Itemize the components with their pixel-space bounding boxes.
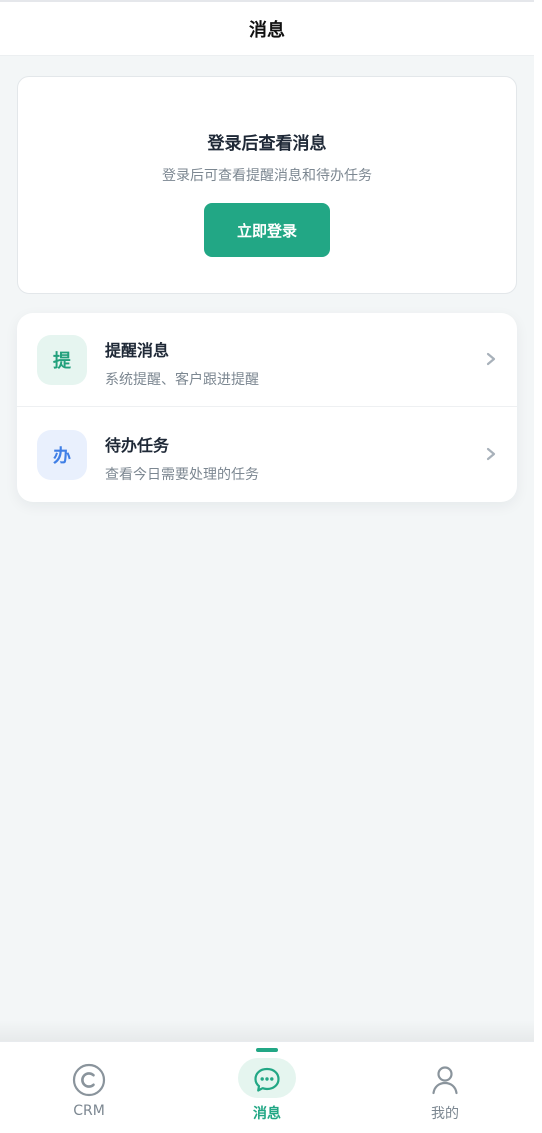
login-prompt-card: 登录后查看消息 登录后可查看提醒消息和待办任务 立即登录 <box>17 76 517 294</box>
page: 消息 登录后查看消息 登录后可查看提醒消息和待办任务 立即登录 提 提醒消息 系… <box>0 0 534 1133</box>
page-title: 消息 <box>249 19 285 41</box>
active-tab-indicator <box>256 1048 278 1052</box>
list-item-todos[interactable]: 办 待办任务 查看今日需要处理的任务 <box>17 408 517 502</box>
list-item-subtitle: 系统提醒、客户跟进提醒 <box>105 372 259 388</box>
tab-profile[interactable]: 我的 <box>356 1042 534 1133</box>
tab-messages[interactable]: 消息 <box>178 1042 356 1133</box>
list-item-subtitle: 查看今日需要处理的任务 <box>105 467 259 483</box>
tab-label: 我的 <box>431 1106 459 1122</box>
list-item-title: 待办任务 <box>105 436 170 455</box>
tab-label: CRM <box>73 1103 105 1119</box>
chevron-right-icon <box>486 447 496 461</box>
chat-bubble-icon <box>249 1062 285 1098</box>
login-now-button[interactable]: 立即登录 <box>204 203 330 257</box>
message-category-list: 提 提醒消息 系统提醒、客户跟进提醒 办 待办任务 查看今日需要处理的任务 <box>17 313 517 502</box>
tabbar-shadow <box>0 1020 534 1042</box>
top-header: 消息 <box>0 0 534 56</box>
login-prompt-title: 登录后查看消息 <box>207 134 327 154</box>
login-prompt-subtitle: 登录后可查看提醒消息和待办任务 <box>162 168 372 184</box>
bottom-tab-bar: CRM 消息 我的 <box>0 1041 534 1133</box>
chevron-right-icon <box>486 352 496 366</box>
tab-label: 消息 <box>253 1106 281 1122</box>
crm-c-icon <box>71 1062 107 1098</box>
todo-badge-icon: 办 <box>37 430 87 480</box>
right-edge-strip <box>534 0 542 1133</box>
reminder-badge-icon: 提 <box>37 335 87 385</box>
user-icon <box>427 1062 463 1098</box>
list-item-reminders[interactable]: 提 提醒消息 系统提醒、客户跟进提醒 <box>17 313 517 407</box>
list-item-title: 提醒消息 <box>105 341 170 360</box>
tab-crm[interactable]: CRM <box>0 1042 178 1133</box>
